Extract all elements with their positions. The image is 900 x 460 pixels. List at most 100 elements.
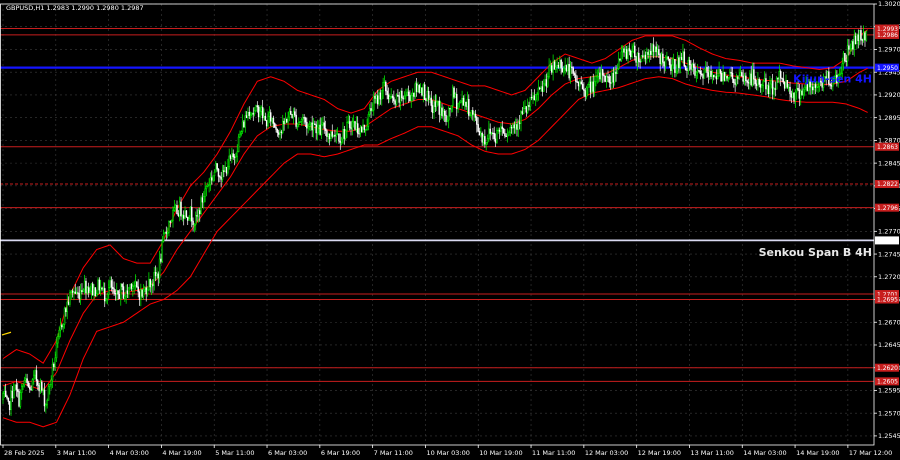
candle-body — [793, 92, 795, 102]
candle-body — [223, 170, 225, 172]
candle-body — [715, 76, 718, 80]
candle-body — [141, 289, 143, 297]
candle-body — [360, 127, 363, 133]
candle-body — [434, 101, 437, 107]
candle-body — [706, 67, 708, 73]
candle-body — [672, 59, 675, 66]
candle-body — [542, 83, 545, 92]
candle-body — [619, 58, 621, 61]
candle-body — [616, 68, 619, 74]
candle-body — [700, 73, 703, 76]
candle-body — [505, 135, 508, 138]
candle-body — [714, 76, 716, 78]
candle-body — [658, 49, 660, 55]
candle-body — [161, 240, 164, 262]
candle-body — [276, 129, 279, 133]
candle-body — [699, 70, 702, 75]
candle-body — [469, 114, 471, 117]
candle-body — [46, 400, 48, 406]
candle-body — [2, 393, 4, 400]
candle-body — [799, 90, 802, 99]
candle-body — [577, 82, 580, 87]
candle-body — [382, 82, 384, 92]
candle-body — [65, 308, 67, 312]
candle-body — [315, 124, 317, 134]
y-tick-label: 1.2545 — [878, 432, 900, 440]
candle-body — [407, 91, 410, 96]
candle-body — [340, 138, 343, 143]
candle-body — [42, 389, 44, 392]
candle-body — [295, 114, 297, 127]
candle-body — [629, 50, 632, 57]
candle-body — [264, 115, 267, 121]
candle-body — [94, 287, 97, 297]
candle-body — [421, 87, 423, 96]
x-tick-label: 10 Mar 19:00 — [479, 449, 522, 457]
candle-body — [247, 111, 249, 119]
candle-body — [643, 54, 645, 57]
x-tick-label: 6 Mar 19:00 — [321, 449, 360, 457]
candle-body — [389, 96, 391, 100]
candle-body — [674, 59, 676, 73]
candle-body — [328, 133, 331, 139]
candle-body — [137, 286, 139, 293]
candle-body — [563, 67, 565, 73]
price-tag-label: 1.2863 — [877, 144, 898, 151]
candle-body — [721, 73, 723, 82]
candle-body — [326, 130, 328, 137]
candle-body — [59, 325, 62, 331]
candle-body — [517, 122, 520, 130]
candle-body — [63, 308, 66, 325]
candle-body — [766, 85, 769, 90]
candle-body — [568, 64, 570, 79]
candle-body — [615, 71, 617, 74]
candle-body — [662, 53, 664, 63]
candle-body — [575, 74, 577, 82]
candle-body — [530, 96, 533, 99]
candle-body — [429, 97, 431, 100]
candle-body — [292, 111, 295, 118]
candle-body — [379, 92, 382, 100]
candle-body — [182, 215, 185, 219]
candle-body — [733, 78, 735, 84]
candle-body — [193, 224, 196, 226]
candle-body — [486, 138, 489, 143]
candle-body — [390, 95, 392, 98]
candle-body — [481, 132, 483, 143]
candle-body — [442, 110, 445, 117]
candle-body — [692, 63, 695, 68]
candle-body — [425, 99, 427, 101]
y-tick-label: 1.2670 — [878, 318, 900, 326]
candle-body — [320, 124, 323, 135]
candle-body — [49, 384, 51, 387]
candle-body — [686, 69, 688, 71]
candle-body — [646, 52, 648, 60]
candle-body — [335, 133, 338, 137]
candle-body — [600, 69, 603, 80]
candle-body — [207, 184, 209, 187]
candle-body — [220, 176, 222, 180]
candle-body — [573, 73, 576, 76]
candle-body — [368, 108, 371, 115]
candle-body — [259, 111, 261, 118]
candle-body — [735, 77, 738, 85]
candle-body — [50, 379, 52, 386]
candle-body — [240, 131, 243, 135]
candle-body — [419, 87, 422, 93]
candle-body — [769, 83, 771, 94]
candle-body — [236, 151, 238, 157]
candle-body — [394, 100, 396, 105]
candle-body — [199, 210, 201, 214]
candle-body — [53, 363, 55, 367]
candle-body — [81, 290, 83, 293]
candle-body — [243, 121, 245, 128]
candle-body — [312, 123, 315, 131]
candle-body — [609, 82, 612, 84]
candle-body — [569, 66, 572, 79]
candle-body — [639, 61, 641, 63]
candle-body — [355, 123, 358, 130]
candle-body — [166, 231, 169, 234]
candle-body — [288, 110, 291, 118]
candle-body — [741, 72, 743, 77]
candle-body — [235, 155, 237, 158]
